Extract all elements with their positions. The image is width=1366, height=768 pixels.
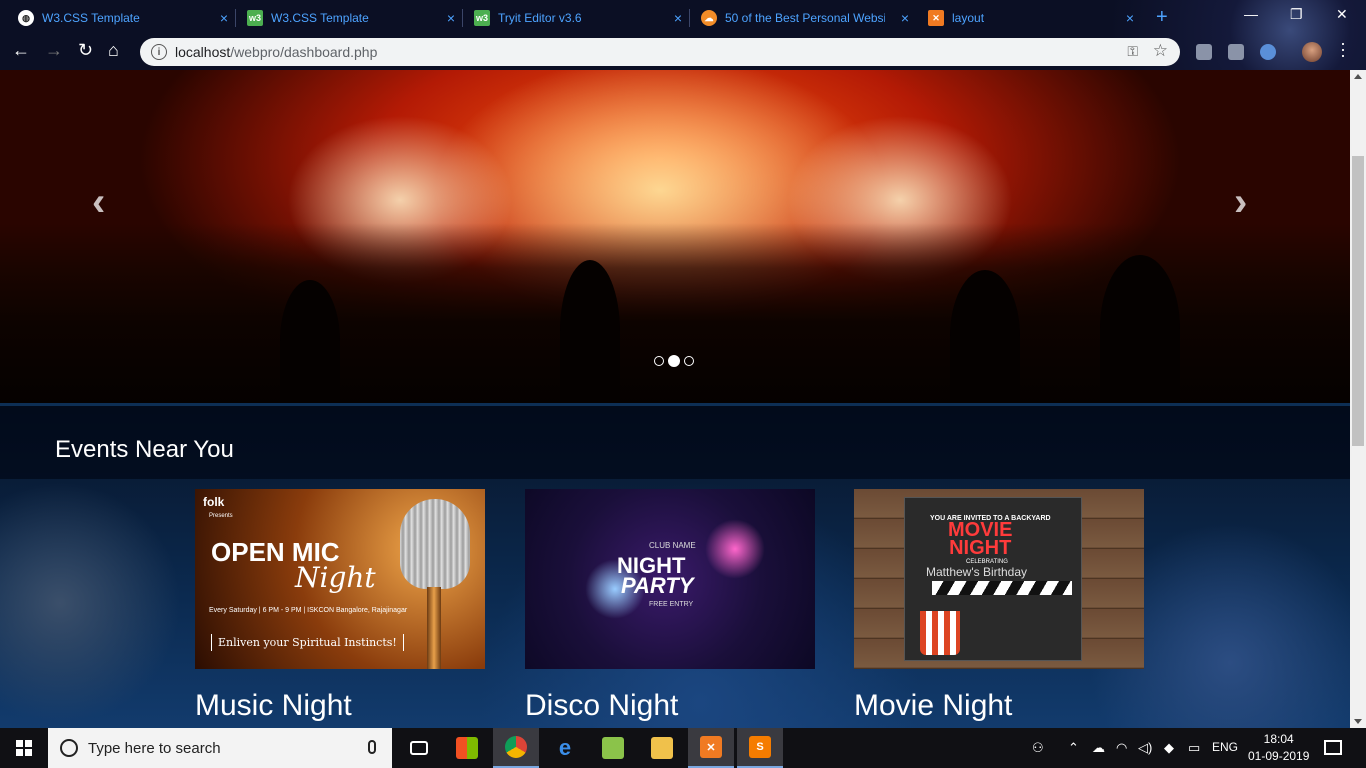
event-card-music[interactable]: folk Presents OPEN MIC Night Every Satur… bbox=[195, 489, 485, 723]
globe-icon: ◍ bbox=[18, 10, 34, 26]
tab-personal-websites[interactable]: ☁ 50 of the Best Personal Websit × bbox=[683, 4, 909, 32]
scrollbar-thumb[interactable] bbox=[1352, 156, 1364, 446]
tab-w3css-template-2[interactable]: w3 W3.CSS Template × bbox=[229, 4, 455, 32]
events-heading: Events Near You bbox=[55, 436, 234, 463]
address-bar[interactable]: i localhost/webpro/dashboard.php ⚿ ☆ bbox=[140, 38, 1180, 66]
language-indicator[interactable]: ENG bbox=[1212, 740, 1238, 754]
wifi-icon[interactable]: ◠ bbox=[1116, 740, 1127, 756]
dropbox-icon[interactable]: ◆ bbox=[1164, 740, 1174, 756]
scroll-down-icon[interactable] bbox=[1354, 719, 1362, 724]
show-hidden-icons[interactable]: ⌃ bbox=[1068, 740, 1079, 756]
extension-icon[interactable] bbox=[1260, 44, 1276, 60]
event-card-movie[interactable]: YOU ARE INVITED TO A BACKYARD MOVIE NIGHT… bbox=[854, 489, 1144, 723]
minimize-button[interactable]: — bbox=[1244, 6, 1258, 22]
notepad-icon[interactable] bbox=[590, 728, 636, 768]
windows-start-icon[interactable] bbox=[16, 740, 32, 756]
profile-avatar[interactable] bbox=[1302, 42, 1322, 62]
events-section: Events Near You folk Presents OPEN MIC N… bbox=[0, 403, 1350, 728]
key-icon[interactable]: ⚿ bbox=[1127, 43, 1138, 60]
browser-menu-icon[interactable]: · · · bbox=[1340, 34, 1346, 64]
taskbar-clock[interactable]: 18:04 01-09-2019 bbox=[1248, 731, 1309, 765]
back-icon[interactable]: ← bbox=[12, 40, 30, 61]
task-view-icon[interactable] bbox=[396, 728, 442, 768]
tab-w3css-template-1[interactable]: ◍ W3.CSS Template × bbox=[0, 4, 228, 32]
tab-tryit-editor[interactable]: w3 Tryit Editor v3.6 × bbox=[456, 4, 682, 32]
keyboard-icon[interactable]: ▭ bbox=[1188, 740, 1200, 756]
event-poster[interactable]: folk Presents OPEN MIC Night Every Satur… bbox=[195, 489, 485, 669]
event-poster[interactable]: YOU ARE INVITED TO A BACKYARD MOVIE NIGHT… bbox=[854, 489, 1144, 669]
info-icon[interactable]: i bbox=[151, 44, 167, 60]
onedrive-icon[interactable]: ☁ bbox=[1092, 740, 1105, 756]
event-name[interactable]: Music Night bbox=[195, 689, 485, 723]
hero-carousel: ‹ › bbox=[0, 70, 1350, 403]
browser-toolbar: ← → ↻ ⌂ i localhost/webpro/dashboard.php… bbox=[0, 36, 1366, 68]
microphone-graphic bbox=[400, 499, 470, 589]
volume-icon[interactable]: ◁) bbox=[1138, 740, 1152, 756]
w3-icon: w3 bbox=[247, 10, 263, 26]
reload-icon[interactable]: ↻ bbox=[78, 40, 93, 61]
close-tab-icon[interactable]: × bbox=[447, 10, 455, 26]
carousel-dot[interactable] bbox=[684, 356, 694, 366]
taskbar-search[interactable]: Type here to search bbox=[48, 728, 392, 768]
close-window-button[interactable]: ✕ bbox=[1336, 6, 1348, 23]
microphone-icon[interactable] bbox=[368, 740, 376, 754]
cloud-icon: ☁ bbox=[701, 10, 717, 26]
xampp-taskbar-icon[interactable]: ✕ bbox=[688, 728, 734, 768]
close-tab-icon[interactable]: × bbox=[674, 10, 682, 26]
store-icon[interactable] bbox=[444, 728, 490, 768]
windows-taskbar: Type here to search e ✕ S ⚇ ⌃ ☁ ◠ ◁) ◆ ▭… bbox=[0, 728, 1366, 768]
sublime-text-icon[interactable]: S bbox=[737, 728, 783, 768]
tab-strip: ◍ W3.CSS Template × w3 W3.CSS Template ×… bbox=[0, 0, 1366, 34]
page-viewport: ‹ › Events Near You folk Presents OPEN M… bbox=[0, 70, 1350, 728]
carousel-dot[interactable] bbox=[654, 356, 664, 366]
carousel-next-button[interactable]: › bbox=[1234, 180, 1247, 225]
url-text[interactable]: localhost/webpro/dashboard.php bbox=[175, 44, 377, 60]
tab-layout[interactable]: ✕ layout × bbox=[910, 4, 1134, 32]
close-tab-icon[interactable]: × bbox=[1126, 10, 1134, 26]
scroll-up-icon[interactable] bbox=[1354, 74, 1362, 79]
event-name[interactable]: Disco Night bbox=[525, 689, 815, 723]
carousel-dot-active[interactable] bbox=[668, 355, 680, 367]
event-card-disco[interactable]: CLUB NAME NIGHT PARTY FREE ENTRY Disco N… bbox=[525, 489, 815, 723]
carousel-prev-button[interactable]: ‹ bbox=[92, 180, 105, 225]
xampp-icon: ✕ bbox=[928, 10, 944, 26]
carousel-indicators bbox=[654, 355, 694, 367]
close-tab-icon[interactable]: × bbox=[901, 10, 909, 26]
bookmark-star-icon[interactable]: ☆ bbox=[1153, 41, 1168, 61]
action-center-icon[interactable] bbox=[1324, 740, 1342, 755]
chrome-icon[interactable] bbox=[493, 728, 539, 768]
cortana-icon bbox=[60, 739, 78, 757]
browser-chrome: ◍ W3.CSS Template × w3 W3.CSS Template ×… bbox=[0, 0, 1366, 70]
file-explorer-icon[interactable] bbox=[639, 728, 685, 768]
new-tab-button[interactable]: + bbox=[1156, 6, 1168, 29]
events-header: Events Near You bbox=[0, 403, 1350, 479]
home-icon[interactable]: ⌂ bbox=[108, 40, 119, 61]
restore-button[interactable]: ❐ bbox=[1290, 6, 1303, 23]
camera-extension-icon[interactable] bbox=[1228, 44, 1244, 60]
edge-icon[interactable]: e bbox=[542, 728, 588, 768]
extension-icon[interactable] bbox=[1196, 44, 1212, 60]
event-name[interactable]: Movie Night bbox=[854, 689, 1144, 723]
clapperboard-graphic bbox=[932, 581, 1072, 595]
forward-icon[interactable]: → bbox=[45, 40, 63, 61]
close-tab-icon[interactable]: × bbox=[220, 10, 228, 26]
popcorn-graphic bbox=[920, 611, 960, 655]
event-poster[interactable]: CLUB NAME NIGHT PARTY FREE ENTRY bbox=[525, 489, 815, 669]
w3-icon: w3 bbox=[474, 10, 490, 26]
page-scrollbar[interactable] bbox=[1350, 70, 1366, 728]
people-icon[interactable]: ⚇ bbox=[1032, 740, 1044, 756]
